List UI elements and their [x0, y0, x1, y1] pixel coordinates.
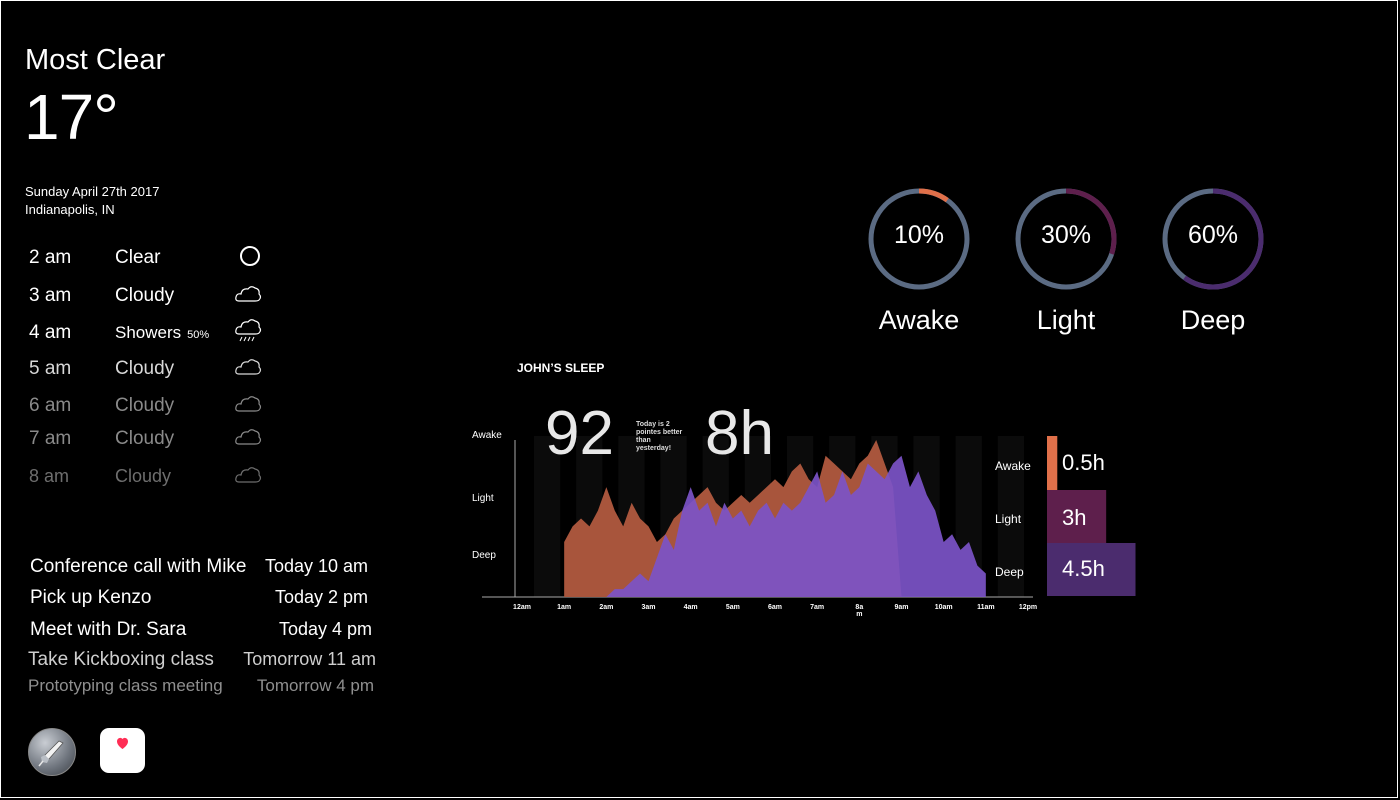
breakdown-light-label: Light [995, 512, 1022, 526]
x-tick-label: 3am [641, 604, 656, 611]
breakdown-deep-label: Deep [995, 565, 1024, 579]
y-label-deep: Deep [472, 550, 496, 561]
total-sleep: 8h [705, 399, 774, 468]
breakdown-bar-awake [1047, 436, 1058, 490]
x-tick-label: 5am [725, 604, 740, 611]
x-tick-label: 7am [810, 604, 825, 611]
sleep-score: 92 [545, 399, 614, 468]
x-tick-label: 8a m [855, 604, 864, 618]
score-note: Today is 2 pointes better than yesterday… [636, 421, 683, 452]
x-tick-label: 12am [513, 604, 531, 611]
sleep-chart [482, 436, 1136, 598]
x-tick-label: 12pm [1018, 604, 1038, 611]
x-tick-label: 1am [557, 604, 572, 611]
breakdown-awake-label: Awake [995, 459, 1031, 473]
x-tick-label: 10am [934, 604, 953, 611]
x-tick-label: 11am [977, 604, 995, 611]
y-label-awake: Awake [472, 430, 502, 441]
breakdown-deep-value: 4.5h [1062, 556, 1105, 581]
y-label-light: Light [472, 493, 494, 504]
x-tick-label: 6am [767, 604, 782, 611]
x-tick-label: 2am [599, 604, 614, 611]
x-tick-label: 9am [894, 604, 909, 611]
breakdown-awake-value: 0.5h [1062, 450, 1105, 475]
breakdown-light-value: 3h [1062, 505, 1087, 530]
x-tick-label: 4am [683, 604, 698, 611]
